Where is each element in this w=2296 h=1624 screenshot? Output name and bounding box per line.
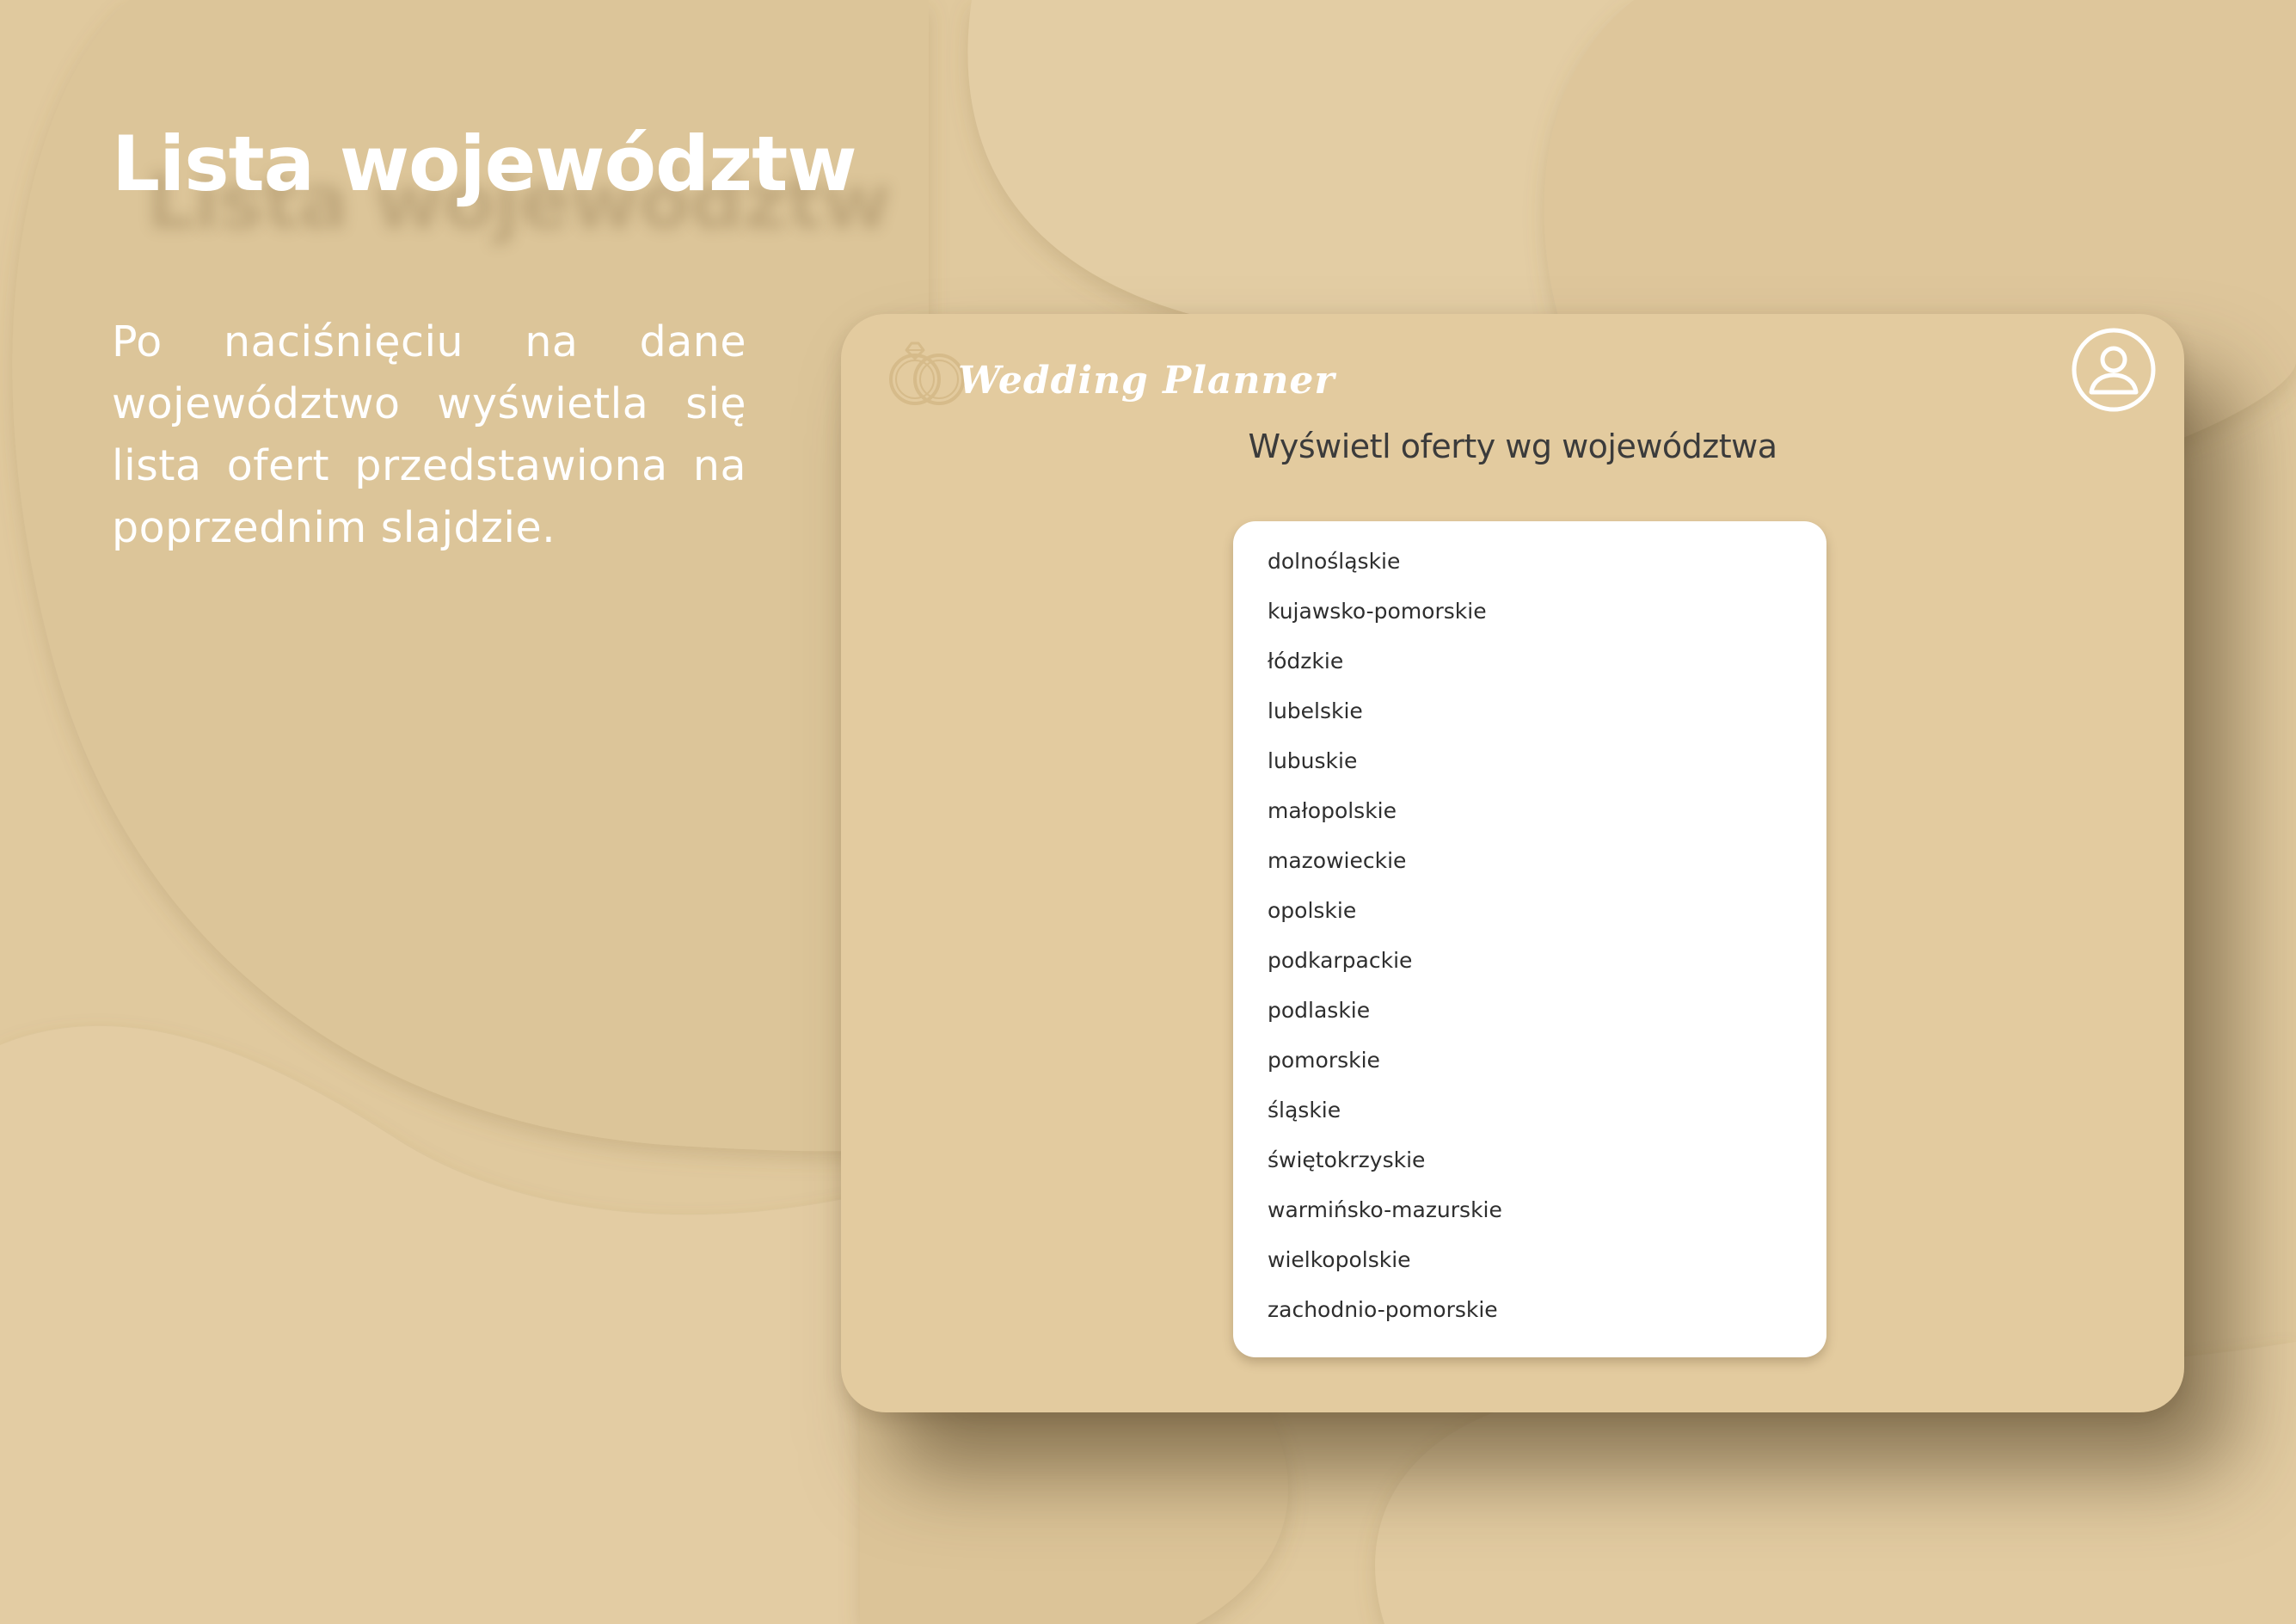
region-item-zachodnio-pomorskie[interactable]: zachodnio-pomorskie: [1233, 1285, 1826, 1335]
region-item-lubuskie[interactable]: lubuskie: [1233, 736, 1826, 786]
region-item-lodzkie[interactable]: łódzkie: [1233, 637, 1826, 686]
page-title: Wyświetl oferty wg województwa: [1248, 428, 1777, 465]
region-item-pomorskie[interactable]: pomorskie: [1233, 1036, 1826, 1086]
region-item-podlaskie[interactable]: podlaskie: [1233, 986, 1826, 1036]
user-profile-icon[interactable]: [2071, 327, 2157, 413]
region-item-kujawsko-pomorskie[interactable]: kujawsko-pomorskie: [1233, 587, 1826, 637]
slide-title: Lista województw: [112, 120, 857, 208]
slide-description: Po naciśnięciu na dane województwo wyświ…: [112, 317, 746, 552]
region-item-warminsko-mazurskie[interactable]: warmińsko-mazurskie: [1233, 1185, 1826, 1235]
app-logo[interactable]: Wedding Planner: [882, 329, 1335, 415]
region-item-malopolskie[interactable]: małopolskie: [1233, 786, 1826, 836]
region-item-lubelskie[interactable]: lubelskie: [1233, 686, 1826, 736]
region-item-mazowieckie[interactable]: mazowieckie: [1233, 836, 1826, 886]
region-item-dolnoslaskie[interactable]: dolnośląskie: [1233, 537, 1826, 587]
logo-text: Wedding Planner: [958, 358, 1335, 403]
region-item-slaskie[interactable]: śląskie: [1233, 1086, 1826, 1135]
region-item-swietokrzyskie[interactable]: świętokrzyskie: [1233, 1135, 1826, 1185]
region-item-wielkopolskie[interactable]: wielkopolskie: [1233, 1235, 1826, 1285]
region-item-opolskie[interactable]: opolskie: [1233, 886, 1826, 936]
app-window: Wedding Planner Wyświetl oferty wg wojew…: [841, 314, 2184, 1412]
region-list: dolnośląskie kujawsko-pomorskie łódzkie …: [1233, 521, 1826, 1357]
region-item-podkarpackie[interactable]: podkarpackie: [1233, 936, 1826, 986]
